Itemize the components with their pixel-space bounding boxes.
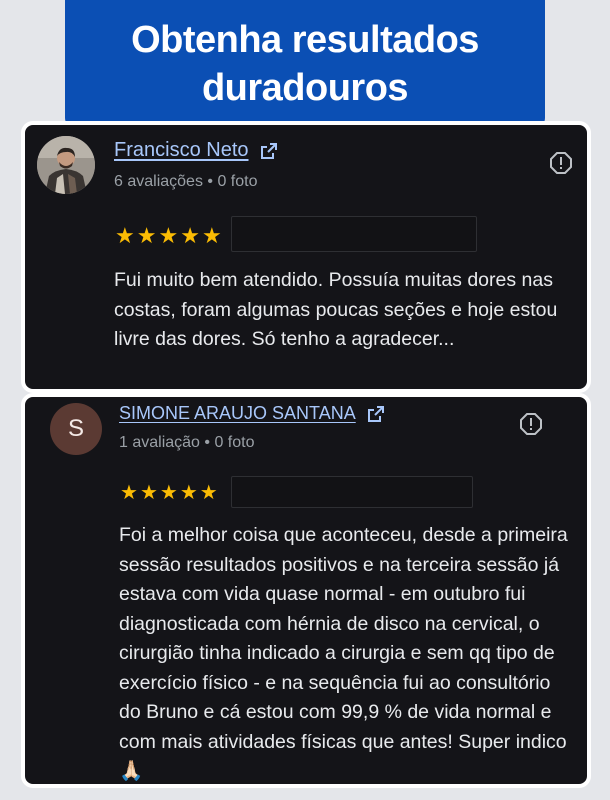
reviewer-meta: 6 avaliações • 0 foto [114, 173, 258, 190]
star-icon: ★ [201, 223, 222, 248]
review-text: Fui muito bem atendido. Possuía muitas d… [114, 269, 558, 350]
star-icon: ★ [159, 482, 178, 504]
avatar[interactable] [37, 136, 95, 194]
reviewer-name-link[interactable]: Francisco Neto [114, 139, 249, 162]
star-icon: ★ [179, 482, 198, 504]
star-rating: ★ ★ ★ ★ ★ [120, 483, 218, 503]
star-rating: ★ ★ ★ ★ ★ [115, 225, 222, 247]
reviewer-meta: 1 avaliação • 0 foto [119, 434, 255, 451]
rating-divider [231, 216, 477, 252]
star-icon: ★ [180, 223, 200, 248]
star-icon: ★ [120, 482, 138, 504]
header-banner: Obtenha resultados duradouros [65, 0, 545, 128]
report-icon[interactable] [549, 151, 573, 175]
star-icon: ★ [136, 223, 157, 248]
report-icon[interactable] [519, 412, 543, 436]
banner-title: Obtenha resultados duradouros [131, 19, 479, 109]
review-card: Francisco Neto 6 avaliações • 0 foto ★ ★… [21, 121, 591, 393]
reviewer-name-row: Francisco Neto [114, 139, 279, 162]
external-link-icon[interactable] [259, 141, 279, 161]
external-link-icon[interactable] [366, 404, 386, 424]
star-icon: ★ [115, 223, 135, 248]
star-icon: ★ [158, 223, 179, 248]
star-icon: ★ [139, 482, 158, 504]
star-icon: ★ [199, 482, 218, 504]
reviewer-name-row: SIMONE ARAUJO SANTANA [119, 403, 386, 424]
review-text: Foi a melhor coisa que aconteceu, desde … [119, 524, 568, 782]
reviewer-name-link[interactable]: SIMONE ARAUJO SANTANA [119, 403, 356, 424]
avatar[interactable]: S [50, 403, 102, 455]
rating-divider [231, 476, 473, 508]
review-card: S SIMONE ARAUJO SANTANA 1 avaliação • 0 … [21, 393, 591, 788]
